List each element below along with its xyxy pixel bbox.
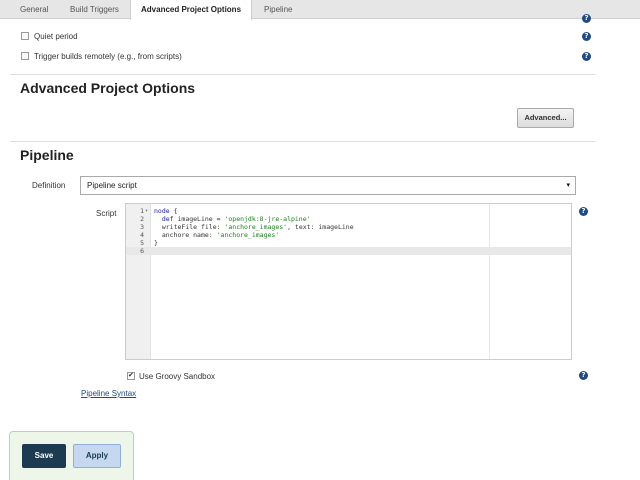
code-text: } [154,239,158,247]
groovy-sandbox-label: Use Groovy Sandbox [139,372,216,381]
code-text: anchore name: 'anchore_images' [154,231,280,239]
line-number: 5 [140,239,144,247]
tab-general[interactable]: General [10,0,58,19]
tab-advanced-project-options[interactable]: Advanced Project Options [130,0,253,20]
code-line: 3 writeFile file: 'anchore_images', text… [126,223,571,231]
section-divider [10,74,595,75]
fold-arrow-icon[interactable]: ▾ [145,207,148,215]
tab-pipeline[interactable]: Pipeline [254,0,302,19]
help-icon-partial[interactable]: ? [582,14,591,23]
advanced-project-options-title: Advanced Project Options [20,80,196,96]
definition-select[interactable]: Pipeline script ▾ [80,176,576,195]
line-number: 6 [140,247,144,255]
advanced-button[interactable]: Advanced... [517,108,574,128]
chevron-down-icon: ▾ [566,182,570,189]
code-line: 4 anchore name: 'anchore_images' [126,231,571,239]
code-text: def imageLine = 'openjdk:8-jre-alpine' [161,215,311,223]
trigger-remote-label: Trigger builds remotely (e.g., from scri… [34,52,182,61]
pipeline-title: Pipeline [20,147,74,163]
script-editor[interactable]: 1 ▾ node { 2 def imageLine = 'openjdk:8-… [125,203,572,360]
groovy-sandbox-checkbox[interactable] [127,371,135,380]
code-text: node { [154,207,178,215]
pipeline-syntax-link[interactable]: Pipeline Syntax [81,389,136,398]
save-button[interactable]: Save [22,444,66,468]
quiet-period-help-icon[interactable]: ? [582,32,591,41]
groovy-sandbox-help-icon[interactable]: ? [579,371,588,380]
definition-select-value: Pipeline script [87,181,137,190]
line-number: 1 [140,207,144,215]
script-help-icon[interactable]: ? [579,207,588,216]
tab-build-triggers[interactable]: Build Triggers [60,0,129,19]
apply-button[interactable]: Apply [73,444,121,468]
line-number: 3 [140,223,144,231]
code-line: 5 } [126,239,571,247]
quiet-period-checkbox[interactable] [21,32,29,40]
line-number: 2 [140,215,144,223]
code-line-active: 6 [126,247,571,255]
code-line: 1 ▾ node { [126,207,571,215]
config-tab-bar: General Build Triggers Advanced Project … [0,0,640,20]
code-line: 2 def imageLine = 'openjdk:8-jre-alpine' [126,215,571,223]
trigger-remote-checkbox[interactable] [21,52,29,60]
line-number: 4 [140,231,144,239]
script-label: Script [96,209,117,218]
code-text: writeFile file: 'anchore_images', text: … [154,223,354,231]
section-divider [10,141,595,142]
quiet-period-label: Quiet period [34,32,78,41]
trigger-remote-help-icon[interactable]: ? [582,52,591,61]
definition-label: Definition [32,181,66,190]
